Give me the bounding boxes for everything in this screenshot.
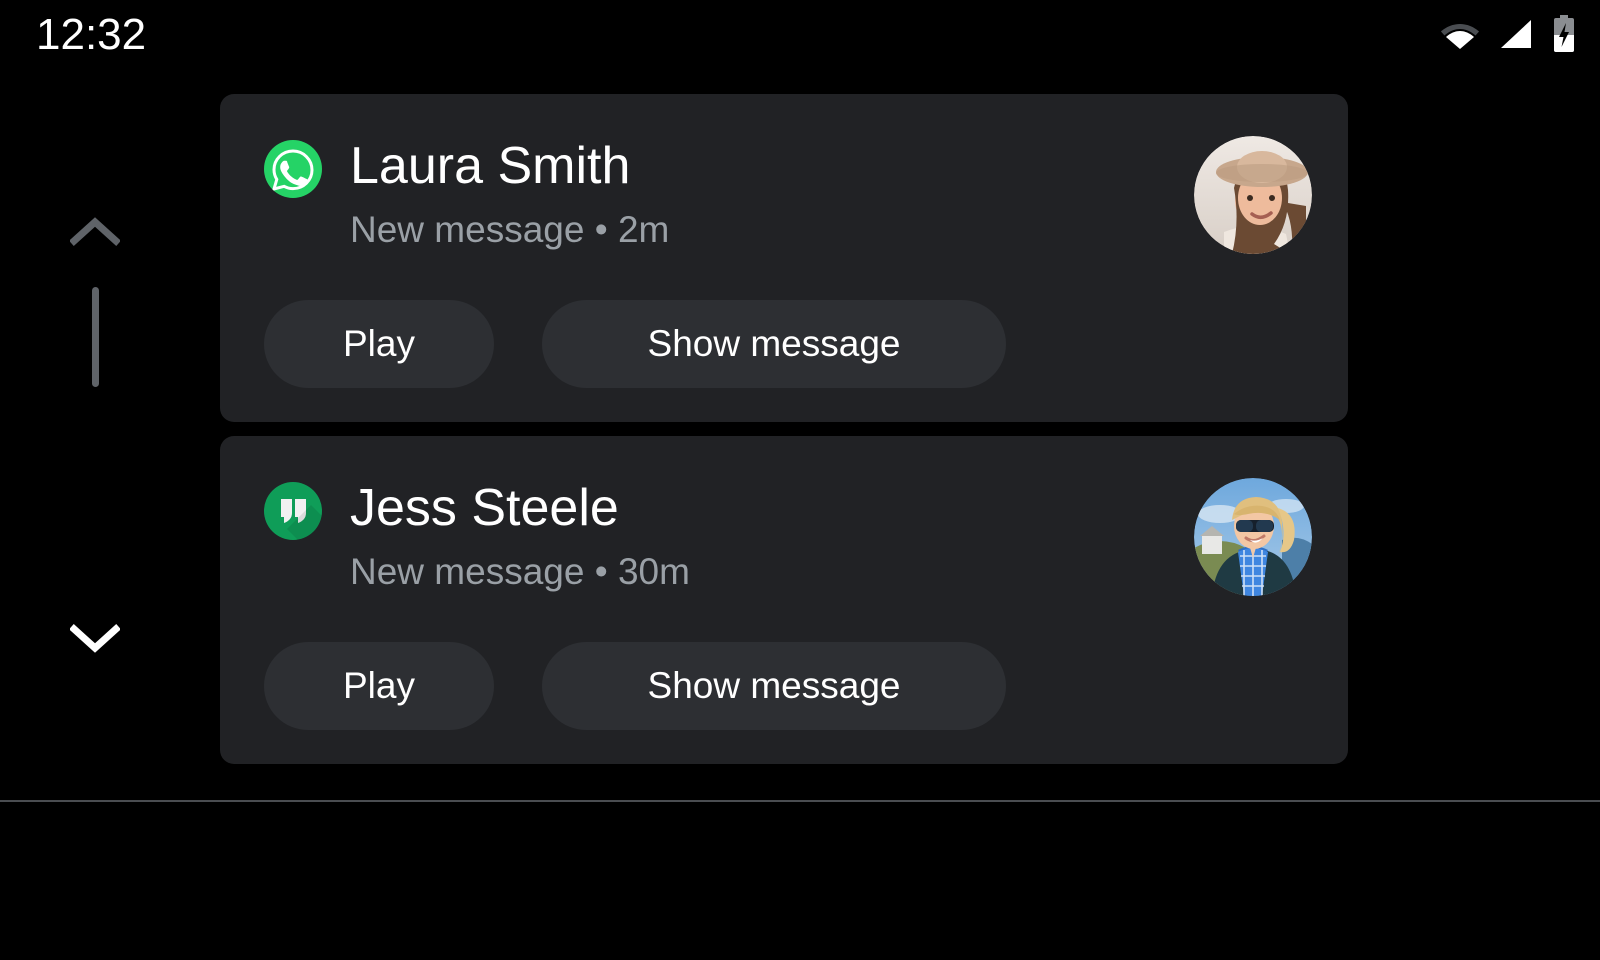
notification-actions: Play Show message <box>264 300 1312 388</box>
chevron-up-icon[interactable] <box>70 215 120 249</box>
notification-card[interactable]: Laura Smith New message • 2m Play Show m… <box>220 94 1348 422</box>
notification-actions: Play Show message <box>264 642 1312 730</box>
hangouts-icon <box>264 482 322 540</box>
notification-text-block: Jess Steele New message • 30m <box>350 476 1166 598</box>
show-message-button[interactable]: Show message <box>542 642 1006 730</box>
notification-sender: Jess Steele <box>350 479 619 537</box>
notification-text-block: Laura Smith New message • 2m <box>350 134 1166 256</box>
avatar-laura-smith <box>1194 136 1312 254</box>
notification-sender: Laura Smith <box>350 137 631 195</box>
notification-subtitle: New message • 2m <box>350 209 670 250</box>
scrollbar-thumb[interactable] <box>92 287 99 387</box>
play-button[interactable]: Play <box>264 642 494 730</box>
notification-header: Laura Smith New message • 2m <box>264 134 1312 256</box>
whatsapp-icon <box>264 140 322 198</box>
play-button[interactable]: Play <box>264 300 494 388</box>
notification-subtitle: New message • 30m <box>350 551 690 592</box>
wifi-icon <box>1441 24 1479 49</box>
bottom-nav-bar <box>0 802 1600 960</box>
status-bar: 12:32 <box>0 0 1600 70</box>
android-auto-notification-screen: 12:32 Laura Smith New message • 2m Play … <box>0 0 1600 960</box>
notification-list: Laura Smith New message • 2m Play Show m… <box>220 94 1348 778</box>
show-message-button[interactable]: Show message <box>542 300 1006 388</box>
notification-header: Jess Steele New message • 30m <box>264 476 1312 598</box>
battery-charging-icon <box>1554 15 1574 52</box>
cellular-signal-icon <box>1501 20 1531 48</box>
status-clock: 12:32 <box>36 10 147 59</box>
chevron-down-icon[interactable] <box>70 621 120 655</box>
scroll-rail[interactable] <box>70 215 120 655</box>
status-icons-group <box>1440 12 1576 56</box>
avatar-jess-steele <box>1194 478 1312 596</box>
notification-card[interactable]: Jess Steele New message • 30m Play Show … <box>220 436 1348 764</box>
